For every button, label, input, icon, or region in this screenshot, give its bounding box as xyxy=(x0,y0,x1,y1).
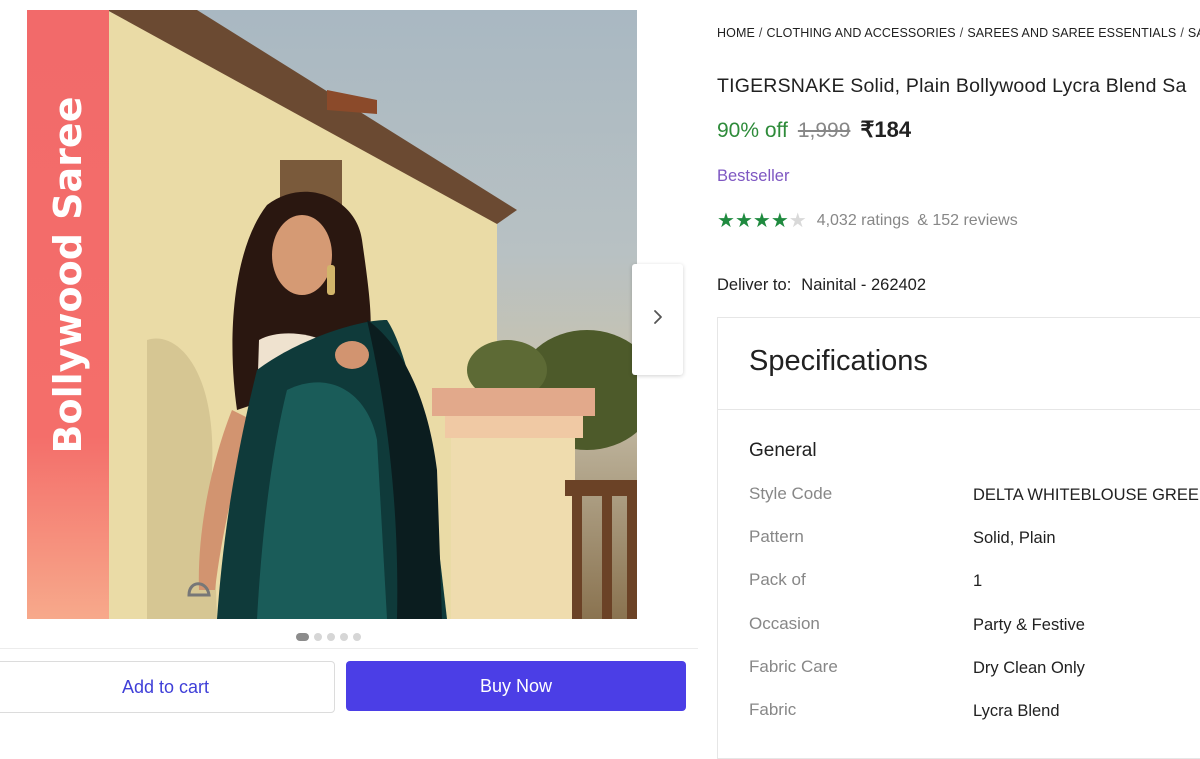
spec-value: Dry Clean Only xyxy=(973,659,1085,677)
star-icon: ★ xyxy=(717,210,735,232)
spec-label: Pack of xyxy=(749,570,806,589)
bestseller-badge: Bestseller xyxy=(717,167,790,185)
spec-value: 1 xyxy=(973,572,983,590)
product-title: TIGERSNAKE Solid, Plain Bollywood Lycra … xyxy=(717,75,1187,97)
breadcrumb-sar[interactable]: SAR xyxy=(1188,26,1200,40)
spec-label: Fabric xyxy=(749,700,797,719)
spec-label: Style Code xyxy=(749,484,833,503)
delivery-pincode: Nainital - 262402 xyxy=(801,276,927,294)
rating-row[interactable]: ★★★★★ 4,032 ratings & 152 reviews xyxy=(717,208,1018,233)
delivery-label: Deliver to: xyxy=(717,276,792,294)
spec-value: Solid, Plain xyxy=(973,529,1056,547)
original-price: 1,999 xyxy=(797,119,851,142)
breadcrumb-separator: / xyxy=(1180,26,1184,40)
selling-price: ₹184 xyxy=(860,117,912,142)
specifications-title: Specifications xyxy=(749,345,928,377)
spec-label: Pattern xyxy=(749,527,804,546)
breadcrumb-clothing[interactable]: CLOTHING AND ACCESSORIES xyxy=(766,26,955,40)
pagination-dot-active[interactable] xyxy=(296,633,309,641)
add-to-cart-button[interactable]: Add to cart xyxy=(0,661,335,713)
breadcrumb-separator: / xyxy=(758,26,763,40)
star-empty-icon: ★ xyxy=(788,210,807,232)
star-rating: ★★★★★ xyxy=(717,208,807,233)
product-image[interactable]: Bollywood Saree xyxy=(27,10,637,619)
specifications-header: Specifications xyxy=(718,318,1200,410)
reviews-count: & 152 reviews xyxy=(917,211,1018,229)
delivery-location[interactable]: Deliver to: Nainital - 262402 xyxy=(717,276,926,295)
star-icon: ★ xyxy=(734,210,753,232)
star-icon: ★ xyxy=(752,210,771,232)
pagination-dot[interactable] xyxy=(353,633,361,641)
spec-label: Occasion xyxy=(749,614,820,633)
price-row: 90% off 1,999 ₹184 xyxy=(717,117,911,143)
product-photo xyxy=(107,10,637,619)
breadcrumb-separator: / xyxy=(959,26,964,40)
pagination-dot[interactable] xyxy=(314,633,322,641)
buy-now-button[interactable]: Buy Now xyxy=(346,661,686,711)
spec-value: Lycra Blend xyxy=(973,702,1060,720)
ratings-count: 4,032 ratings xyxy=(816,211,910,229)
specifications-panel: Specifications General Style Code DELTA … xyxy=(717,317,1200,759)
spec-section-general: General xyxy=(749,440,817,461)
breadcrumb-home[interactable]: HOME xyxy=(717,26,755,40)
breadcrumb: HOME / CLOTHING AND ACCESSORIES / SAREES AND… xyxy=(717,26,1200,40)
pagination-dot[interactable] xyxy=(340,633,348,641)
discount-percent: 90% off xyxy=(717,119,788,142)
breadcrumb-sarees[interactable]: SAREES AND SAREE ESSENTIALS xyxy=(967,26,1176,40)
next-image-button[interactable] xyxy=(632,264,683,375)
spec-label: Fabric Care xyxy=(749,657,838,676)
spec-value: Party & Festive xyxy=(973,616,1085,634)
star-icon: ★ xyxy=(770,210,789,232)
spec-value: DELTA WHITEBLOUSE GREEN_ xyxy=(973,486,1200,504)
category-banner-text: Bollywood Saree xyxy=(46,96,90,454)
divider xyxy=(0,648,698,649)
pagination-dot[interactable] xyxy=(327,633,335,641)
chevron-right-icon xyxy=(652,309,664,330)
image-pagination-dots xyxy=(296,633,361,641)
